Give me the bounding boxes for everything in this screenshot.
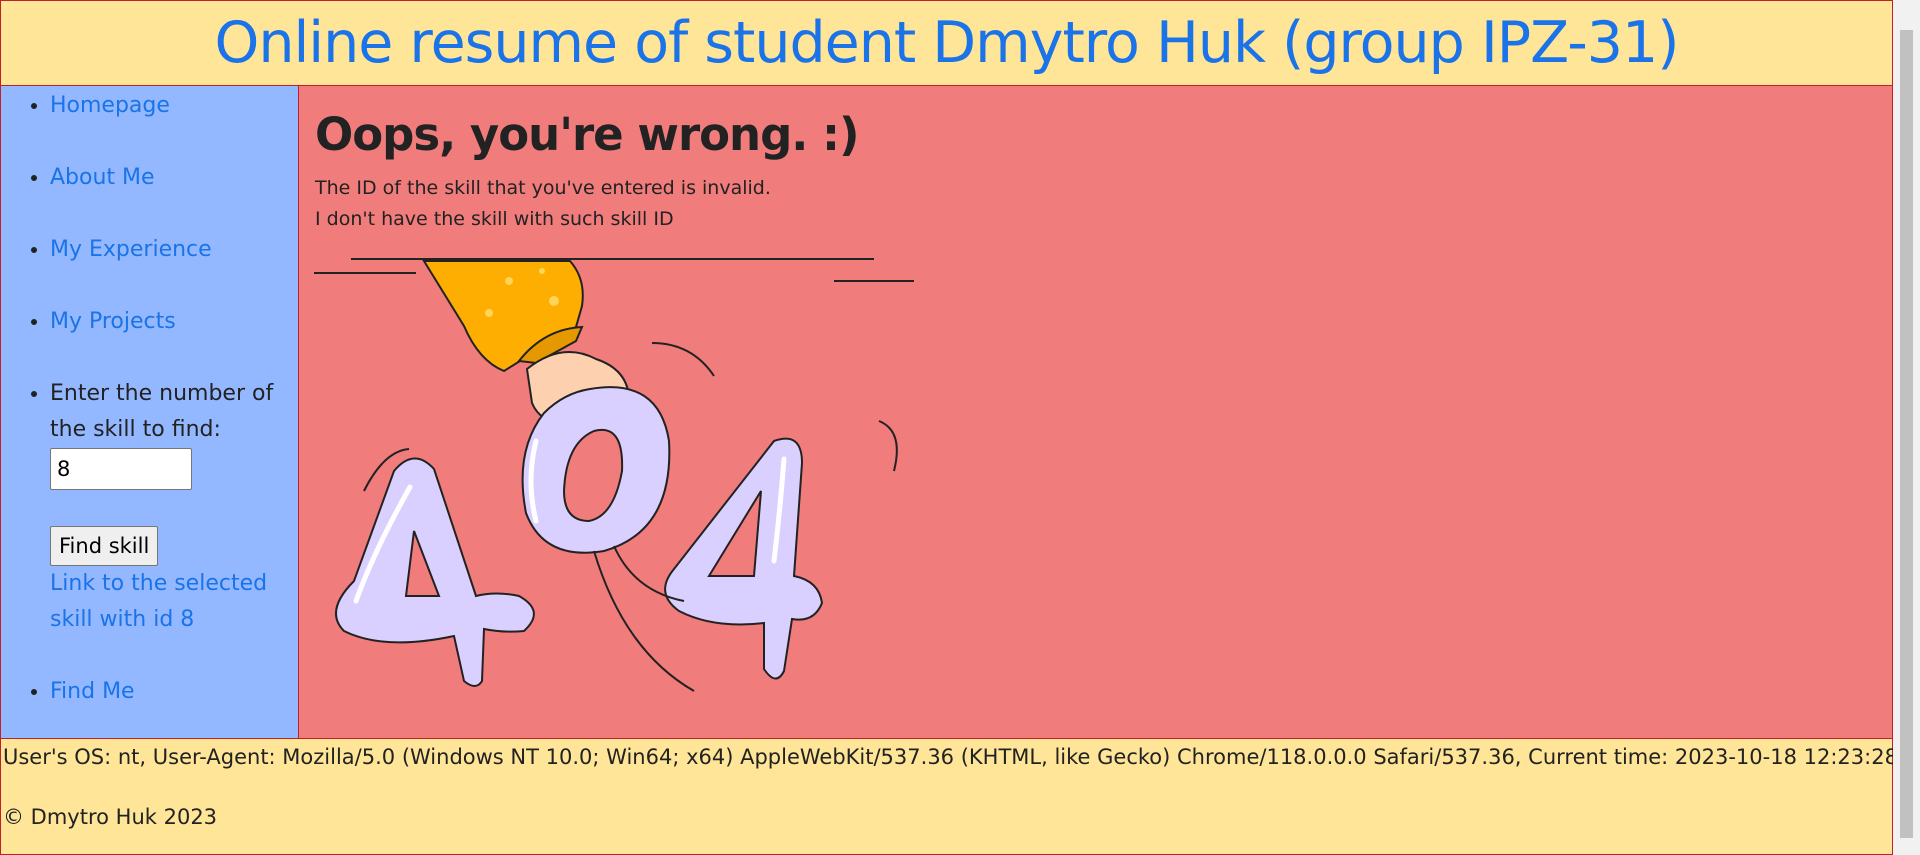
page-title: Online resume of student Dmytro Huk (gro… [214, 10, 1679, 76]
main-content: Oops, you're wrong. :) The ID of the ski… [299, 86, 1893, 739]
system-info: User's OS: nt, User-Agent: Mozilla/5.0 (… [3, 745, 1898, 769]
skill-search-prompt: Enter the number of the skill to find: [50, 381, 274, 442]
sidebar-nav: Homepage About Me My Experience My Proje… [0, 86, 299, 739]
my-projects-link[interactable]: My Projects [50, 309, 176, 334]
selected-skill-link[interactable]: Link to the selected skill with id 8 [50, 571, 267, 632]
error-line-2: I don't have the skill with such skill I… [315, 208, 674, 230]
my-experience-link[interactable]: My Experience [50, 237, 212, 262]
homepage-link[interactable]: Homepage [50, 93, 170, 118]
scrollbar-thumb[interactable] [1900, 30, 1913, 838]
error-heading: Oops, you're wrong. :) [315, 108, 860, 161]
error-line-1: The ID of the skill that you've entered … [315, 177, 771, 199]
about-me-link[interactable]: About Me [50, 165, 155, 190]
nav-list: Homepage About Me My Experience My Proje… [1, 86, 298, 710]
nav-item-about: About Me [50, 160, 298, 196]
copyright: © Dmytro Huk 2023 [3, 805, 218, 829]
nav-item-projects: My Projects [50, 304, 298, 340]
nav-item-homepage: Homepage [50, 86, 298, 124]
404-illustration [314, 258, 914, 692]
nav-item-find-me: Find Me [50, 674, 298, 710]
find-skill-button[interactable]: Find skill [50, 526, 159, 566]
page-footer: User's OS: nt, User-Agent: Mozilla/5.0 (… [0, 739, 1898, 855]
skill-number-input[interactable] [50, 448, 192, 490]
find-me-link[interactable]: Find Me [50, 679, 135, 704]
nav-item-skill-search: Enter the number of the skill to find: F… [50, 376, 298, 638]
nav-item-experience: My Experience [50, 232, 298, 268]
page-header: Online resume of student Dmytro Huk (gro… [0, 0, 1893, 86]
